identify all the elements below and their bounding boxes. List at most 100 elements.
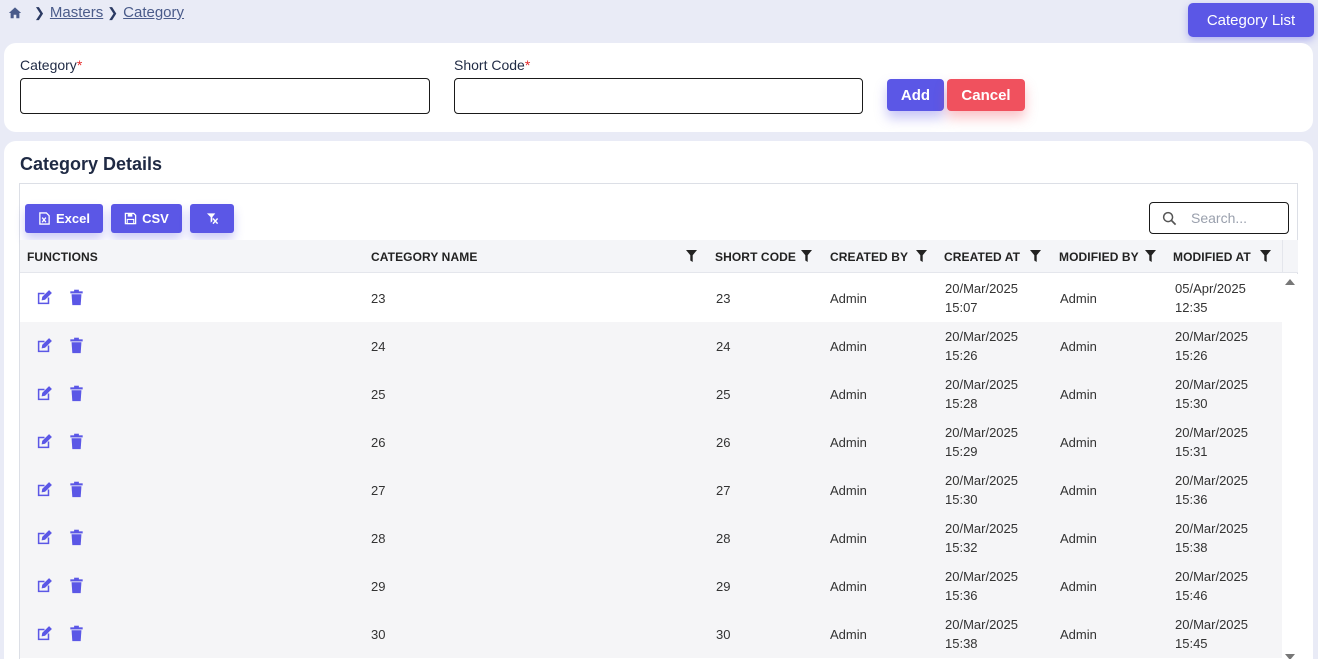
edit-icon[interactable] (35, 528, 54, 547)
trash-icon[interactable] (67, 384, 86, 403)
category-form: Category* Short Code* Add Cancel (4, 43, 1313, 132)
filter-icon[interactable] (916, 250, 927, 262)
cell-category-name: 25 (371, 386, 386, 402)
search-icon (1162, 211, 1177, 225)
edit-icon[interactable] (35, 336, 54, 355)
cell-modified-by: Admin (1060, 626, 1097, 642)
scroll-down-arrow-icon[interactable] (1285, 654, 1295, 659)
excel-file-icon (39, 212, 50, 225)
chevron-right-icon: ❯ (34, 4, 45, 20)
edit-icon[interactable] (35, 384, 54, 403)
excel-label: Excel (56, 211, 90, 226)
header-created-by[interactable]: CREATED BY (830, 240, 908, 273)
trash-icon[interactable] (67, 432, 86, 451)
category-details-panel: Category Details Excel CSV FUNCTIONS CAT… (4, 141, 1313, 659)
cell-created-at: 20/Mar/2025 15:07 (945, 281, 1018, 315)
vertical-scrollbar[interactable] (1282, 274, 1298, 659)
export-csv-button[interactable]: CSV (111, 204, 182, 233)
table-row: 25 25 Admin 20/Mar/2025 15:28 Admin 20/Ma… (20, 370, 1282, 418)
add-button[interactable]: Add (887, 79, 944, 111)
scroll-up-arrow-icon[interactable] (1285, 279, 1295, 285)
clear-filter-button[interactable] (190, 204, 234, 233)
header-modified-at[interactable]: MODIFIED AT (1173, 240, 1251, 273)
required-mark: * (76, 57, 83, 73)
cell-created-by: Admin (830, 434, 867, 450)
cell-created-by: Admin (830, 626, 867, 642)
trash-icon[interactable] (67, 576, 86, 595)
cell-created-by: Admin (830, 482, 867, 498)
table-row: 30 30 Admin 20/Mar/2025 15:38 Admin 20/Ma… (20, 610, 1282, 658)
edit-icon[interactable] (35, 624, 54, 643)
cell-created-by: Admin (830, 578, 867, 594)
header-created-at[interactable]: CREATED AT (944, 240, 1020, 273)
export-excel-button[interactable]: Excel (25, 204, 103, 233)
cell-short-code: 29 (716, 578, 731, 594)
header-short-code[interactable]: SHORT CODE (715, 240, 796, 273)
cell-short-code: 28 (716, 530, 731, 546)
cell-modified-at: 20/Mar/2025 15:38 (1175, 521, 1248, 555)
cell-short-code: 25 (716, 386, 731, 402)
cell-category-name: 26 (371, 434, 386, 450)
cell-created-at: 20/Mar/2025 15:30 (945, 473, 1018, 507)
cancel-button[interactable]: Cancel (947, 79, 1025, 111)
cell-created-at: 20/Mar/2025 15:36 (945, 569, 1018, 603)
header-modified-by[interactable]: MODIFIED BY (1059, 240, 1139, 273)
cell-modified-at: 20/Mar/2025 15:36 (1175, 473, 1248, 507)
cell-category-name: 28 (371, 530, 386, 546)
table-header: FUNCTIONS CATEGORY NAME SHORT CODE CREAT… (20, 240, 1282, 273)
category-list-button[interactable]: Category List (1188, 3, 1314, 37)
cell-modified-at: 05/Apr/2025 12:35 (1175, 281, 1246, 315)
filter-icon[interactable] (1145, 250, 1156, 262)
header-functions: FUNCTIONS (27, 249, 98, 264)
cell-created-by: Admin (830, 338, 867, 354)
clear-filter-icon (206, 213, 218, 225)
edit-icon[interactable] (35, 288, 54, 307)
cell-short-code: 26 (716, 434, 731, 450)
cell-created-by: Admin (830, 290, 867, 306)
edit-icon[interactable] (35, 432, 54, 451)
table-row: 29 29 Admin 20/Mar/2025 15:36 Admin 20/Ma… (20, 562, 1282, 610)
trash-icon[interactable] (67, 336, 86, 355)
details-title: Category Details (20, 154, 163, 174)
header-category-name[interactable]: CATEGORY NAME (371, 240, 477, 273)
cell-modified-at: 20/Mar/2025 15:45 (1175, 617, 1248, 651)
cell-category-name: 23 (371, 290, 386, 306)
cell-category-name: 30 (371, 626, 386, 642)
trash-icon[interactable] (67, 288, 86, 307)
cell-created-at: 20/Mar/2025 15:26 (945, 329, 1018, 363)
filter-icon[interactable] (1260, 250, 1271, 262)
header-scroll-spacer (1282, 240, 1298, 273)
save-file-icon (124, 212, 137, 225)
trash-icon[interactable] (67, 624, 86, 643)
filter-icon[interactable] (1030, 250, 1041, 262)
cell-category-name: 27 (371, 482, 386, 498)
trash-icon[interactable] (67, 528, 86, 547)
csv-label: CSV (142, 211, 169, 226)
table-body: 23 23 Admin 20/Mar/2025 15:07 Admin 05/Ap… (20, 274, 1282, 659)
table-row: 23 23 Admin 20/Mar/2025 15:07 Admin 05/Ap… (20, 274, 1282, 322)
cell-category-name: 24 (371, 338, 386, 354)
short-code-input[interactable] (454, 78, 863, 114)
breadcrumb-masters[interactable]: Masters (50, 4, 103, 21)
home-icon[interactable] (8, 6, 22, 20)
edit-icon[interactable] (35, 576, 54, 595)
table-row: 24 24 Admin 20/Mar/2025 15:26 Admin 20/Ma… (20, 322, 1282, 370)
cell-short-code: 23 (716, 290, 731, 306)
cell-category-name: 29 (371, 578, 386, 594)
breadcrumb: ❯ Masters ❯ Category (8, 4, 184, 21)
cell-created-at: 20/Mar/2025 15:32 (945, 521, 1018, 555)
edit-icon[interactable] (35, 480, 54, 499)
category-label: Category* (20, 57, 83, 73)
search-input[interactable] (1191, 210, 1286, 226)
breadcrumb-category[interactable]: Category (123, 4, 184, 21)
filter-icon[interactable] (686, 250, 697, 262)
cell-created-by: Admin (830, 386, 867, 402)
cell-modified-by: Admin (1060, 578, 1097, 594)
filter-icon[interactable] (801, 250, 812, 262)
category-input[interactable] (20, 78, 430, 114)
short-code-label: Short Code* (454, 57, 531, 73)
table-row: 27 27 Admin 20/Mar/2025 15:30 Admin 20/Ma… (20, 466, 1282, 514)
cell-modified-by: Admin (1060, 290, 1097, 306)
cell-short-code: 30 (716, 626, 731, 642)
trash-icon[interactable] (67, 480, 86, 499)
